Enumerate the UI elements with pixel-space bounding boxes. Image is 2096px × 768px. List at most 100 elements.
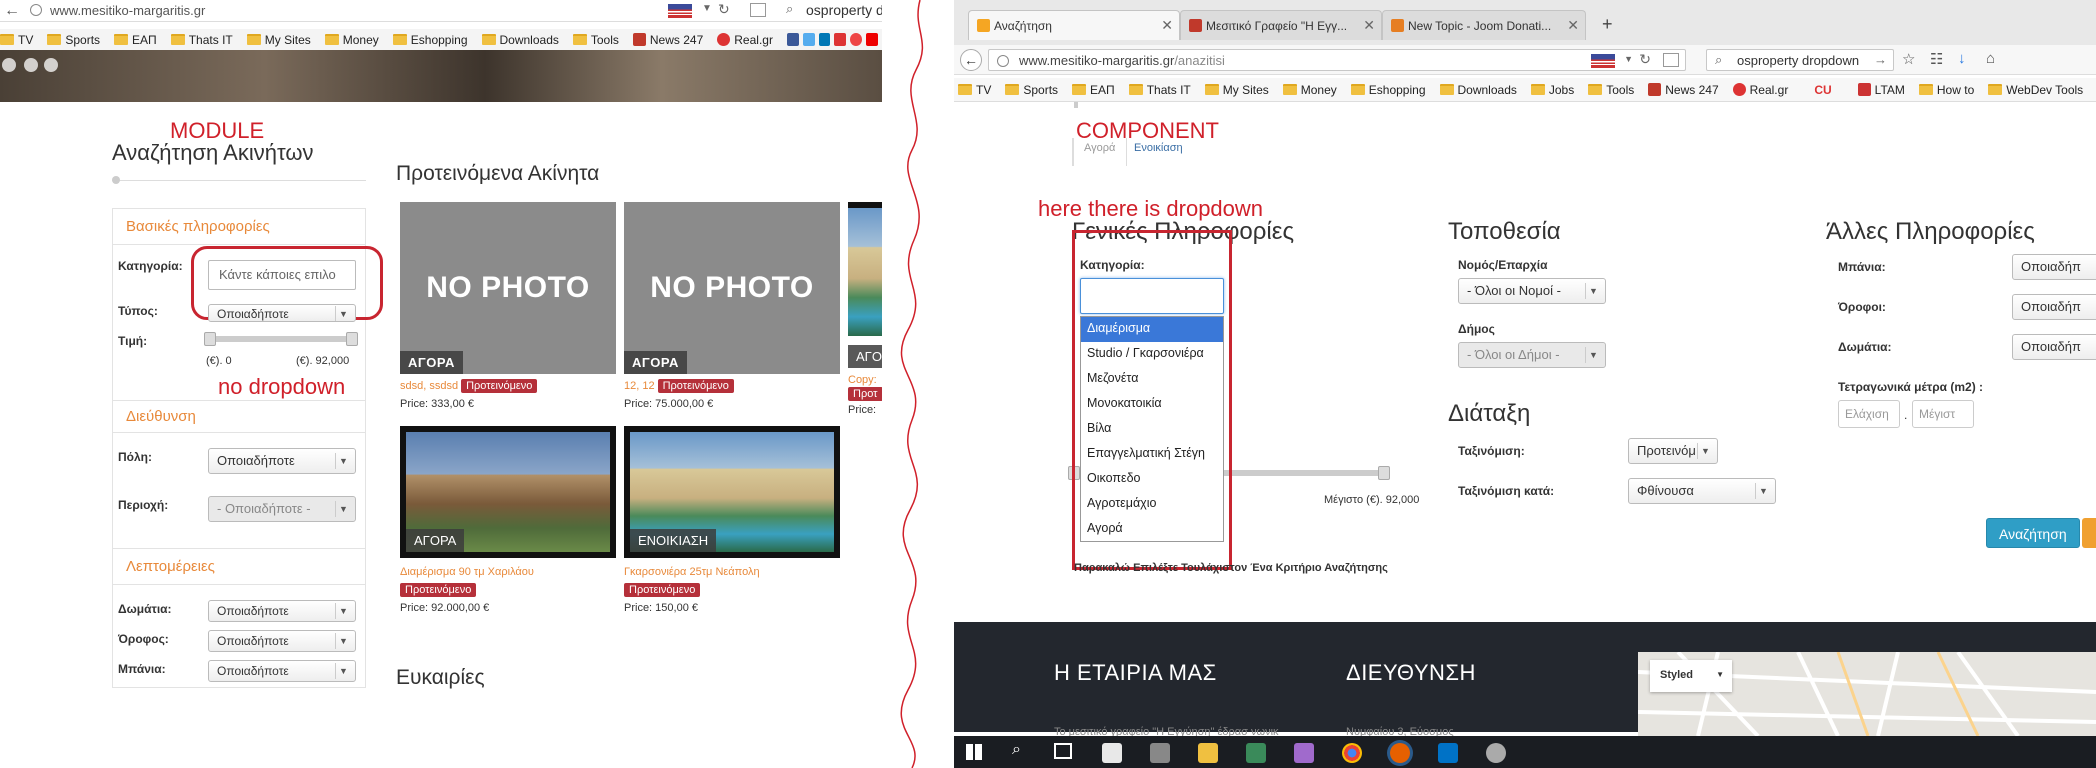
property-card[interactable]: ΑΓΟ Copy: Προτ Price: xyxy=(848,202,882,416)
linkedin-icon[interactable] xyxy=(818,33,831,46)
close-icon[interactable]: ✕ xyxy=(1363,17,1375,34)
new-tab-button[interactable]: + xyxy=(1602,14,1613,35)
close-icon[interactable]: ✕ xyxy=(1161,17,1173,34)
clipboard-icon[interactable]: ☷ xyxy=(1930,50,1943,68)
area-select[interactable]: - Οποιαδήποτε - ▼ xyxy=(208,496,356,522)
bookmark-eap[interactable]: ΕΑΠ xyxy=(114,33,157,47)
cu-icon[interactable] xyxy=(834,33,847,46)
tab-agency[interactable]: Μεσιτικό Γραφείο "Η Εγγ... ✕ xyxy=(1180,10,1382,40)
search-box[interactable]: ⌕ osproperty dropdown → xyxy=(1706,49,1894,71)
sqm-max-input[interactable]: Μέγιστ xyxy=(1912,400,1974,428)
url-text[interactable]: www.mesitiko-margaritis.gr xyxy=(50,3,205,18)
bookmark-tools[interactable]: Tools xyxy=(572,33,619,47)
search-button[interactable]: Αναζήτηση xyxy=(1986,518,2080,548)
bookmark-tv[interactable]: TV xyxy=(0,33,33,47)
rooms-select[interactable]: Οποιαδήπ xyxy=(2012,334,2096,360)
bookmark-news247[interactable]: News 247 xyxy=(1648,83,1719,97)
reset-button[interactable] xyxy=(2082,518,2096,548)
search-icon[interactable]: ⌕ xyxy=(1012,741,1021,759)
bookmark-news247[interactable]: News 247 xyxy=(632,33,703,47)
dropdown-arrow-icon[interactable]: ▼ xyxy=(702,3,712,14)
chrome-icon[interactable] xyxy=(1342,743,1362,763)
bookmark-tv[interactable]: TV xyxy=(958,83,991,97)
property-title[interactable]: sdsd, ssdsd xyxy=(400,380,458,392)
bookmark-realgr[interactable]: Real.gr xyxy=(717,33,773,47)
rooms-select[interactable]: Οποιαδήποτε ▼ xyxy=(208,600,356,622)
reader-icon[interactable] xyxy=(750,3,766,17)
tab-new-topic[interactable]: New Topic - Joom Donati... ✕ xyxy=(1382,10,1586,40)
back-arrow-icon[interactable]: ← xyxy=(4,2,20,20)
twitter-icon[interactable] xyxy=(802,33,815,46)
reload-icon[interactable]: ↻ xyxy=(1639,51,1651,68)
location-map[interactable]: Styled ▼ xyxy=(1638,652,2096,736)
back-button[interactable]: ← xyxy=(960,49,982,71)
outlook-icon[interactable] xyxy=(1438,743,1458,763)
slider-dot[interactable] xyxy=(2,58,16,72)
sqm-min-input[interactable]: Ελάχιση xyxy=(1838,400,1900,428)
windows-start-icon[interactable] xyxy=(966,744,982,760)
file-explorer-icon[interactable] xyxy=(1198,743,1218,763)
bookmark-ltam[interactable]: LTAM xyxy=(1857,83,1905,97)
property-card[interactable]: NO PHOTO ΑΓΟΡΑ 12, 12 Προτεινόμενο Price: … xyxy=(624,202,840,410)
address-bar[interactable]: ← www.mesitiko-margaritis.gr ▼ ↻ ⌕ ospro… xyxy=(0,0,882,22)
bookmark-downloads[interactable]: Downloads xyxy=(481,33,559,47)
city-select[interactable]: Οποιαδήποτε ▼ xyxy=(208,448,356,474)
bookmark-eshopping[interactable]: Eshopping xyxy=(1350,83,1426,97)
tab-buy[interactable]: Αγορά xyxy=(1084,142,1115,154)
bookmark-cu[interactable]: CU xyxy=(1814,83,1831,97)
baths-select[interactable]: Οποιαδήποτε ▼ xyxy=(208,660,356,682)
bookmark-thats-it[interactable]: Thats IT xyxy=(170,33,233,47)
tab-rent[interactable]: Ενοικίαση xyxy=(1134,142,1183,154)
slider-dot[interactable] xyxy=(24,58,38,72)
type-select[interactable]: Οποιαδήποτε ▼ xyxy=(208,304,356,322)
bookmark-money[interactable]: Money xyxy=(1282,83,1337,97)
floor-select[interactable]: Οποιαδήποτε ▼ xyxy=(208,630,356,652)
store-icon[interactable] xyxy=(1102,743,1122,763)
sort-by-select[interactable]: Φθίνουσα ▼ xyxy=(1628,478,1776,504)
bookmark-downloads[interactable]: Downloads xyxy=(1439,83,1517,97)
property-title[interactable]: Γκαρσονιέρα 25τμ Νεάπολη xyxy=(624,566,760,578)
reload-icon[interactable]: ↻ xyxy=(718,1,730,18)
search-field[interactable]: osproperty d xyxy=(806,2,882,18)
bookmark-jobs[interactable]: Jobs xyxy=(1530,83,1574,97)
site-info-icon[interactable] xyxy=(997,55,1009,67)
map-style-control[interactable]: Styled ▼ xyxy=(1650,660,1732,692)
prefecture-select[interactable]: - Όλοι οι Νομοί - ▼ xyxy=(1458,278,1606,304)
property-card[interactable]: ΕΝΟΙΚΙΑΣΗ Γκαρσονιέρα 25τμ Νεάπολη Προτε… xyxy=(624,426,840,614)
download-icon[interactable]: ↓ xyxy=(1958,50,1966,67)
sort-select[interactable]: Προτεινόμ ▼ xyxy=(1628,438,1718,464)
property-card[interactable]: ΑΓΟΡΑ Διαμέρισμα 90 τμ Χαριλάου Προτεινό… xyxy=(400,426,616,614)
property-title[interactable]: Διαμέρισμα 90 τμ Χαριλάου xyxy=(400,566,534,578)
bookmark-icon[interactable] xyxy=(850,33,863,46)
paint-icon[interactable] xyxy=(1294,743,1314,763)
bookmark-webdev-tools[interactable]: WebDev Tools xyxy=(1988,83,2083,97)
price-slider-min-handle[interactable] xyxy=(204,332,216,346)
municipality-select[interactable]: - Όλοι οι Δήμοι - ▼ xyxy=(1458,342,1606,368)
star-icon[interactable]: ☆ xyxy=(1902,50,1915,68)
dropdown-arrow-icon[interactable]: ▼ xyxy=(1624,54,1633,64)
bookmark-realgr[interactable]: Real.gr xyxy=(1732,83,1788,97)
bookmark-sports[interactable]: Sports xyxy=(47,33,100,47)
firefox-icon[interactable] xyxy=(1390,743,1410,763)
property-title[interactable]: 12, 12 xyxy=(624,380,655,392)
site-info-icon[interactable] xyxy=(30,4,42,16)
home-icon[interactable]: ⌂ xyxy=(1986,50,1995,67)
close-icon[interactable]: ✕ xyxy=(1567,17,1579,34)
bookmark-how-to[interactable]: How to xyxy=(1918,83,1974,97)
property-card[interactable]: NO PHOTO ΑΓΟΡΑ sdsd, ssdsd Προτεινόμενο Pr… xyxy=(400,202,616,410)
calculator-icon[interactable] xyxy=(1150,743,1170,763)
bookmark-thats-it[interactable]: Thats IT xyxy=(1128,83,1191,97)
bookmark-my-sites[interactable]: My Sites xyxy=(1204,83,1269,97)
task-view-icon[interactable] xyxy=(1054,743,1072,759)
app-icon[interactable] xyxy=(1246,743,1266,763)
settings-icon[interactable] xyxy=(1486,743,1506,763)
bookmark-tools[interactable]: Tools xyxy=(1588,83,1634,97)
reader-icon[interactable] xyxy=(1663,53,1679,67)
price-slider-track[interactable] xyxy=(208,336,356,342)
bookmark-money[interactable]: Money xyxy=(324,33,379,47)
bookmark-eap[interactable]: ΕΑΠ xyxy=(1072,83,1115,97)
go-arrow-icon[interactable]: → xyxy=(1874,52,1887,67)
property-title[interactable]: Copy: xyxy=(848,374,877,386)
price-slider-max-handle[interactable] xyxy=(346,332,358,346)
bookmark-my-sites[interactable]: My Sites xyxy=(246,33,311,47)
